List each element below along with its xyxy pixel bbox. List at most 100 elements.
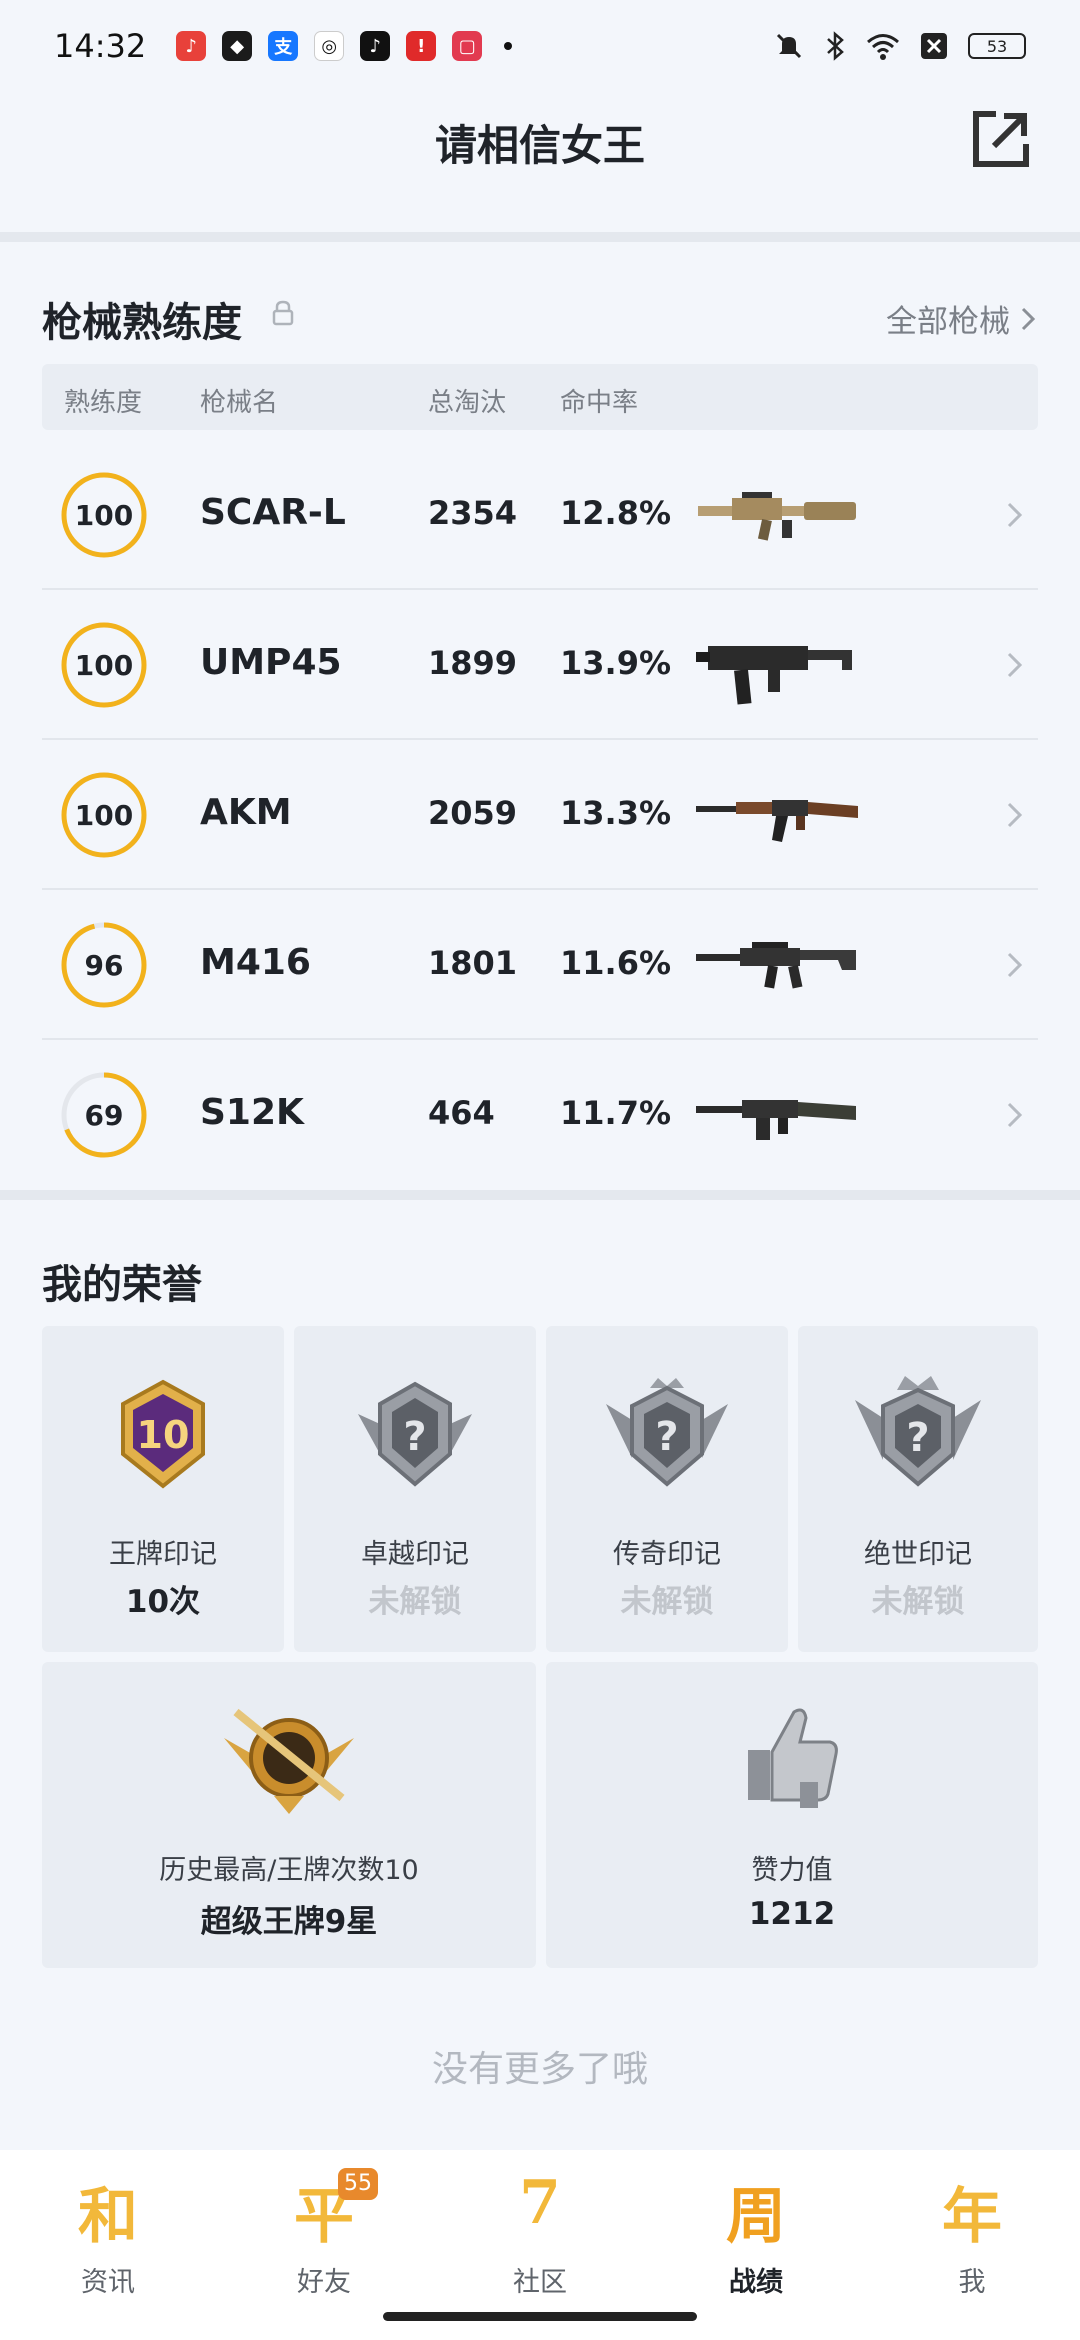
community-tab-icon: 7 — [519, 2168, 561, 2238]
gun-row-akm[interactable]: 100 AKM 2059 13.3% — [42, 740, 1038, 890]
ace-mark-badge-icon: 10 — [121, 1379, 205, 1489]
gun-name: UMP45 — [200, 642, 342, 683]
honor-value: 超级王牌9星 — [200, 1904, 378, 1940]
nav-tab-label: 资讯 — [81, 2267, 135, 2298]
honor-excellence-mark[interactable]: ? 卓越印记 未解锁 — [294, 1326, 536, 1652]
honor-value: 10次 — [125, 1584, 201, 1620]
gun-kills: 1801 — [428, 944, 518, 982]
me-tab-icon: 年 — [942, 2182, 1002, 2252]
nav-tab-community[interactable]: 7 社区 — [432, 2168, 648, 2318]
chevron-right-icon — [1007, 652, 1023, 678]
page-title: 请相信女王 — [434, 121, 645, 170]
gun-row-m416[interactable]: 96 M416 1801 11.6% — [42, 890, 1038, 1040]
alipay-app-icon: 支 — [268, 31, 299, 61]
honor-label: 卓越印记 — [361, 1539, 469, 1570]
home-indicator[interactable] — [383, 2312, 697, 2321]
badge-question: ? — [655, 1414, 678, 1460]
mastery-table-header: 熟练度 枪械名 总淘汰 命中率 — [42, 364, 1038, 430]
badge-question: ? — [403, 1414, 426, 1460]
scar-l-image — [698, 492, 856, 541]
stats-tab-icon: 周 — [726, 2182, 786, 2252]
gun-kills: 2059 — [428, 794, 518, 832]
chevron-right-icon — [1007, 502, 1023, 528]
honor-legend-mark[interactable]: ? 传奇印记 未解锁 — [546, 1326, 788, 1652]
bluetooth-icon — [827, 31, 844, 61]
locked-badge-icon: ? — [855, 1376, 981, 1487]
shield-app-icon: ◆ — [222, 31, 253, 61]
chevron-right-icon — [1021, 307, 1036, 330]
wifi-icon — [867, 34, 899, 60]
nav-tab-stats[interactable]: 周 战绩 — [648, 2168, 864, 2318]
honors-title: 我的荣誉 — [42, 1262, 202, 1308]
honor-value: 未解锁 — [620, 1584, 714, 1620]
section-separator — [0, 232, 1080, 242]
col-header-hit-rate: 命中率 — [560, 388, 639, 418]
mastery-level: 96 — [84, 948, 124, 982]
col-header-mastery: 熟练度 — [64, 388, 143, 418]
honor-label: 王牌印记 — [109, 1539, 217, 1570]
gun-kills: 2354 — [428, 494, 518, 532]
mastery-title: 枪械熟练度 — [42, 300, 242, 346]
nav-tab-label: 我 — [958, 2267, 986, 2298]
wechat-app-icon: ◎ — [314, 31, 345, 61]
mastery-level: 100 — [74, 798, 134, 832]
locked-badge-icon: ? — [358, 1381, 472, 1487]
friends-count-badge: 55 — [338, 2168, 378, 2200]
header: 请相信女王 — [0, 92, 1080, 232]
mastery-level: 100 — [74, 648, 134, 682]
news-tab-icon: 和 — [78, 2182, 138, 2252]
chevron-right-icon — [1007, 802, 1023, 828]
badge-number: 10 — [137, 1413, 190, 1457]
mastery-level: 100 — [74, 498, 134, 532]
gun-name: M416 — [200, 942, 311, 983]
gun-row-ump45[interactable]: 100 UMP45 1899 13.9% — [42, 590, 1038, 740]
akm-image — [696, 800, 858, 842]
super-ace-rank-icon — [224, 1708, 354, 1814]
ump45-image — [696, 646, 852, 705]
honor-highest-rank[interactable]: 历史最高/王牌次数10 超级王牌9星 — [42, 1662, 536, 1968]
honor-ace-mark[interactable]: 10 王牌印记 10次 — [42, 1326, 284, 1652]
thumbs-up-icon — [748, 1708, 838, 1808]
battery-indicator: 53 — [968, 33, 1026, 59]
more-notifications-dot — [504, 42, 513, 50]
gun-name: SCAR-L — [200, 492, 346, 533]
status-app-icons: ♪ ◆ 支 ◎ ♪ ! ▢ — [176, 31, 483, 61]
nav-tab-me[interactable]: 年 我 — [864, 2168, 1080, 2318]
m416-image — [696, 942, 856, 989]
honor-label: 传奇印记 — [613, 1539, 721, 1570]
badge-question: ? — [906, 1415, 929, 1461]
share-icon[interactable] — [966, 104, 1036, 174]
honor-label: 赞力值 — [751, 1855, 833, 1886]
friends-tab-icon: 平 — [294, 2182, 354, 2252]
gun-hit-rate: 11.7% — [560, 1094, 672, 1132]
chevron-right-icon — [1007, 1102, 1023, 1128]
nav-tab-label: 战绩 — [729, 2267, 783, 2298]
gun-hit-rate: 13.9% — [560, 644, 672, 682]
honor-like-value[interactable]: 赞力值 1212 — [546, 1662, 1038, 1968]
gun-hit-rate: 13.3% — [560, 794, 672, 832]
gun-hit-rate: 12.8% — [560, 494, 672, 532]
s12k-image — [696, 1100, 856, 1140]
mastery-level: 69 — [84, 1098, 124, 1132]
status-time: 14:32 — [54, 27, 147, 65]
no-sim-icon — [921, 33, 947, 59]
col-header-kills: 总淘汰 — [428, 388, 507, 418]
gun-hit-rate: 11.6% — [560, 944, 672, 982]
gun-row-scar-l[interactable]: 100 SCAR-L 2354 12.8% — [42, 440, 1038, 590]
nav-tab-friends[interactable]: 平 55 好友 — [216, 2168, 432, 2318]
gun-name: S12K — [200, 1092, 304, 1133]
end-of-list-text: 没有更多了哦 — [431, 2049, 648, 2090]
honor-value: 未解锁 — [368, 1584, 462, 1620]
locked-badge-icon: ? — [606, 1378, 728, 1487]
all-guns-link[interactable]: 全部枪械 — [886, 296, 1036, 341]
all-guns-label: 全部枪械 — [886, 304, 1010, 340]
nav-tab-label: 好友 — [297, 2267, 351, 2298]
honor-peerless-mark[interactable]: ? 绝世印记 未解锁 — [798, 1326, 1038, 1652]
honor-value: 未解锁 — [871, 1584, 965, 1620]
nav-tab-news[interactable]: 和 资讯 — [0, 2168, 216, 2318]
section-separator — [0, 1190, 1080, 1200]
mute-icon — [776, 33, 802, 59]
gun-row-s12k[interactable]: 69 S12K 464 11.7% — [42, 1040, 1038, 1190]
gun-name: AKM — [200, 792, 292, 833]
col-header-gun-name: 枪械名 — [200, 388, 279, 418]
